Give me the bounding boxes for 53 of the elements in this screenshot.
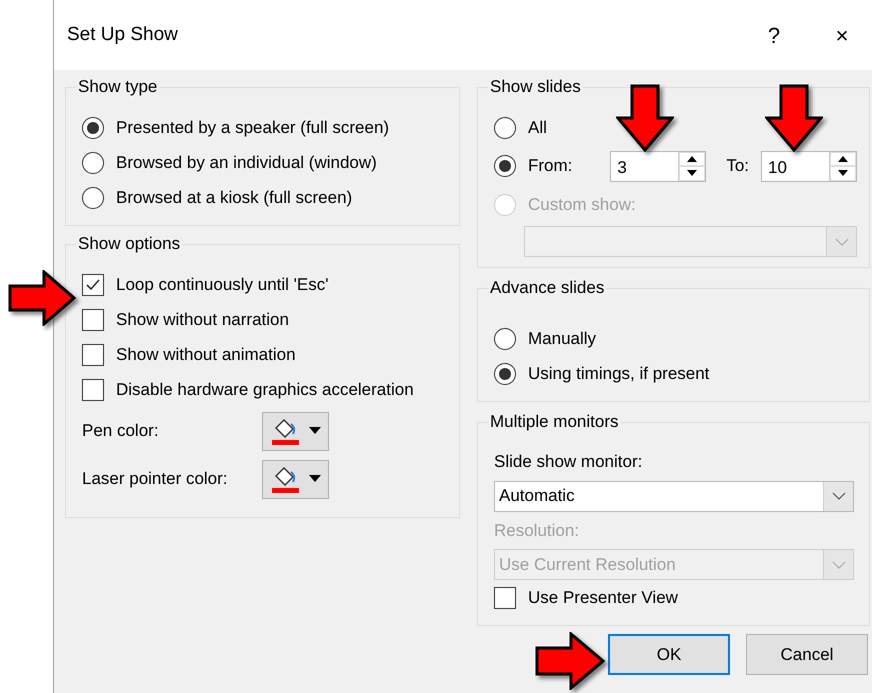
- radio-button[interactable]: [494, 116, 516, 138]
- checkbox-label[interactable]: Show without narration: [116, 306, 289, 332]
- checkbox[interactable]: [82, 274, 104, 296]
- checkbox-label[interactable]: Show without animation: [116, 342, 296, 368]
- to-label: To:: [726, 155, 750, 178]
- checkbox[interactable]: [82, 344, 104, 366]
- callout-arrow: [535, 632, 605, 690]
- callout-arrow: [8, 270, 76, 326]
- option-label[interactable]: All: [528, 114, 547, 140]
- up-arrow-icon[interactable]: [687, 156, 698, 162]
- help-button[interactable]: ?: [744, 18, 804, 52]
- down-arrow-icon[interactable]: [687, 170, 698, 176]
- close-button[interactable]: ×: [812, 18, 872, 52]
- radio-button[interactable]: [82, 116, 104, 138]
- color-label: Laser pointer color:: [82, 468, 229, 490]
- to-spin-field[interactable]: 10: [761, 150, 857, 182]
- callout-arrow: [616, 84, 674, 152]
- window-title: Set Up Show: [67, 22, 179, 47]
- radio-button[interactable]: [82, 186, 104, 208]
- radio-button[interactable]: [494, 362, 516, 384]
- caret-icon: [308, 427, 320, 435]
- color-picker-button[interactable]: [262, 460, 329, 498]
- up-arrow-icon[interactable]: [838, 156, 848, 162]
- option-label[interactable]: From:: [528, 153, 572, 179]
- chevron-down-icon: [832, 560, 846, 568]
- monitor-dropdown[interactable]: Automatic: [494, 480, 854, 512]
- radio-button[interactable]: [494, 328, 516, 350]
- from-spin-field[interactable]: 3: [610, 150, 706, 182]
- checkmark-icon: [85, 278, 101, 292]
- color-picker-button[interactable]: [262, 412, 329, 450]
- down-arrow-icon[interactable]: [838, 170, 848, 176]
- checkbox-label[interactable]: Use Presenter View: [528, 584, 678, 610]
- dialog-button[interactable]: OK: [608, 634, 730, 675]
- option-label[interactable]: Browsed by an individual (window): [116, 150, 377, 176]
- option-label[interactable]: Manually: [528, 326, 596, 352]
- chevron-down-icon: [834, 238, 848, 246]
- option-label[interactable]: Browsed at a kiosk (full screen): [116, 184, 352, 210]
- checkbox[interactable]: [494, 586, 516, 608]
- chevron-down-icon: [832, 492, 846, 500]
- caret-icon: [308, 475, 320, 483]
- option-label[interactable]: Presented by a speaker (full screen): [116, 114, 390, 140]
- checkbox-label[interactable]: Loop continuously until 'Esc': [116, 272, 329, 298]
- checkbox-label[interactable]: Disable hardware graphics acceleration: [116, 376, 414, 402]
- dialog-button[interactable]: Cancel: [746, 634, 868, 675]
- radio-button[interactable]: [494, 155, 516, 177]
- color-label: Pen color:: [82, 420, 160, 442]
- callout-arrow: [765, 84, 823, 152]
- field-label: Resolution:: [494, 520, 580, 542]
- field-label: Slide show monitor:: [494, 451, 644, 473]
- option-label[interactable]: Using timings, if present: [528, 360, 710, 386]
- checkbox[interactable]: [82, 308, 104, 330]
- radio-button[interactable]: [82, 152, 104, 174]
- checkbox[interactable]: [82, 378, 104, 400]
